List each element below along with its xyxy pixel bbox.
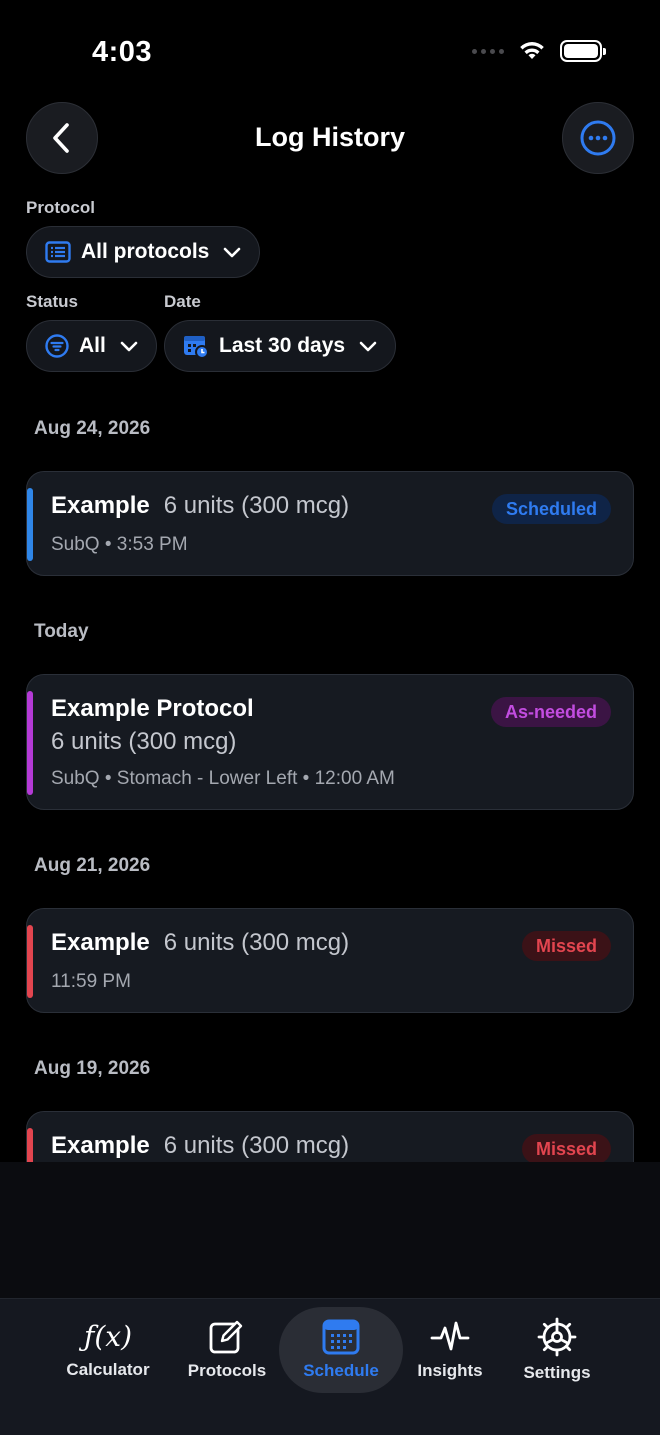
chevron-down-icon xyxy=(224,247,241,258)
entry-protocol-name: Example xyxy=(51,929,150,956)
entry-details: SubQ • 3:53 PM xyxy=(51,534,188,555)
entry-details: 11:59 PM xyxy=(51,971,131,992)
chevron-down-icon xyxy=(359,341,377,352)
entry-details: SubQ • Stomach - Lower Left • 12:00 AM xyxy=(51,768,395,789)
tab-schedule[interactable]: Schedule xyxy=(279,1307,403,1393)
date-group-header: Aug 19, 2026 xyxy=(34,1058,151,1079)
status-accent-bar xyxy=(27,691,33,795)
pulse-icon xyxy=(430,1321,470,1351)
chevron-down-icon xyxy=(120,341,138,352)
status-icons xyxy=(472,40,606,62)
tab-label: Schedule xyxy=(303,1361,379,1380)
status-bar: 4:03 xyxy=(0,0,660,100)
entry-dose: 6 units (300 mcg) xyxy=(163,1132,350,1159)
page-title: Log History xyxy=(254,122,405,152)
tab-insights[interactable]: Insights xyxy=(388,1307,512,1393)
entry-protocol-name: Example xyxy=(51,492,150,519)
date-filter-label: Date xyxy=(164,292,201,311)
status-badge: Missed xyxy=(521,1134,611,1164)
tab-label: Settings xyxy=(523,1363,591,1382)
date-filter-value: Last 30 days xyxy=(219,334,346,357)
entry-protocol-name: Example xyxy=(51,1132,150,1159)
edit-icon xyxy=(209,1320,243,1354)
protocol-filter-value: All protocols xyxy=(81,240,210,263)
filter-icon xyxy=(45,334,69,358)
battery-icon xyxy=(560,40,606,62)
status-filter-value: All xyxy=(79,334,106,357)
protocol-filter-label: Protocol xyxy=(26,198,95,217)
bottom-mask xyxy=(0,1162,660,1298)
date-group-header: Aug 24, 2026 xyxy=(34,418,151,439)
status-badge: Scheduled xyxy=(491,494,611,524)
status-accent-bar xyxy=(27,488,33,561)
tab-settings[interactable]: Settings xyxy=(495,1307,619,1393)
date-group-header: Today xyxy=(34,621,89,642)
status-badge: Missed xyxy=(521,931,611,961)
status-filter-dropdown[interactable]: All xyxy=(26,320,157,372)
tab-protocols[interactable]: Protocols xyxy=(165,1307,289,1393)
tab-calculator[interactable]: ƒ(x) Calculator xyxy=(46,1307,170,1393)
tab-label: Calculator xyxy=(66,1360,150,1379)
tab-label: Protocols xyxy=(187,1361,267,1380)
fx-icon: ƒ(x) xyxy=(83,1320,132,1353)
log-entry-card[interactable]: Example 6 units (300 mcg) SubQ • 3:53 PM… xyxy=(26,471,634,576)
tab-label: Insights xyxy=(417,1361,483,1380)
entry-protocol-name: Example Protocol xyxy=(51,695,254,722)
header: Log History xyxy=(0,102,660,174)
entry-dose: 6 units (300 mcg) xyxy=(163,929,350,956)
date-group-header: Aug 21, 2026 xyxy=(34,855,151,876)
date-filter-dropdown[interactable]: Last 30 days xyxy=(164,320,397,372)
status-filter-label: Status xyxy=(26,292,78,311)
cellular-signal-icon xyxy=(472,48,504,54)
gear-icon xyxy=(537,1317,577,1357)
calendar-icon xyxy=(322,1319,360,1355)
entry-dose: 6 units (300 mcg) xyxy=(163,492,350,519)
log-entry-card[interactable]: Example 6 units (300 mcg) 11:59 PM Misse… xyxy=(26,908,634,1013)
status-badge: As-needed xyxy=(490,697,611,727)
log-entry-card[interactable]: Example Protocol 6 units (300 mcg) SubQ … xyxy=(26,674,634,810)
protocol-filter-dropdown[interactable]: All protocols xyxy=(26,226,261,278)
entry-dose: 6 units (300 mcg) xyxy=(51,728,237,755)
more-options-button[interactable] xyxy=(562,102,634,174)
calendar-clock-icon xyxy=(184,336,209,359)
status-accent-bar xyxy=(27,925,33,998)
more-icon xyxy=(580,120,616,156)
list-icon xyxy=(45,241,71,263)
wifi-icon xyxy=(520,42,544,59)
status-time: 4:03 xyxy=(92,36,153,68)
tab-bar: ƒ(x) Calculator Protocols Schedule Insig… xyxy=(0,1298,660,1435)
